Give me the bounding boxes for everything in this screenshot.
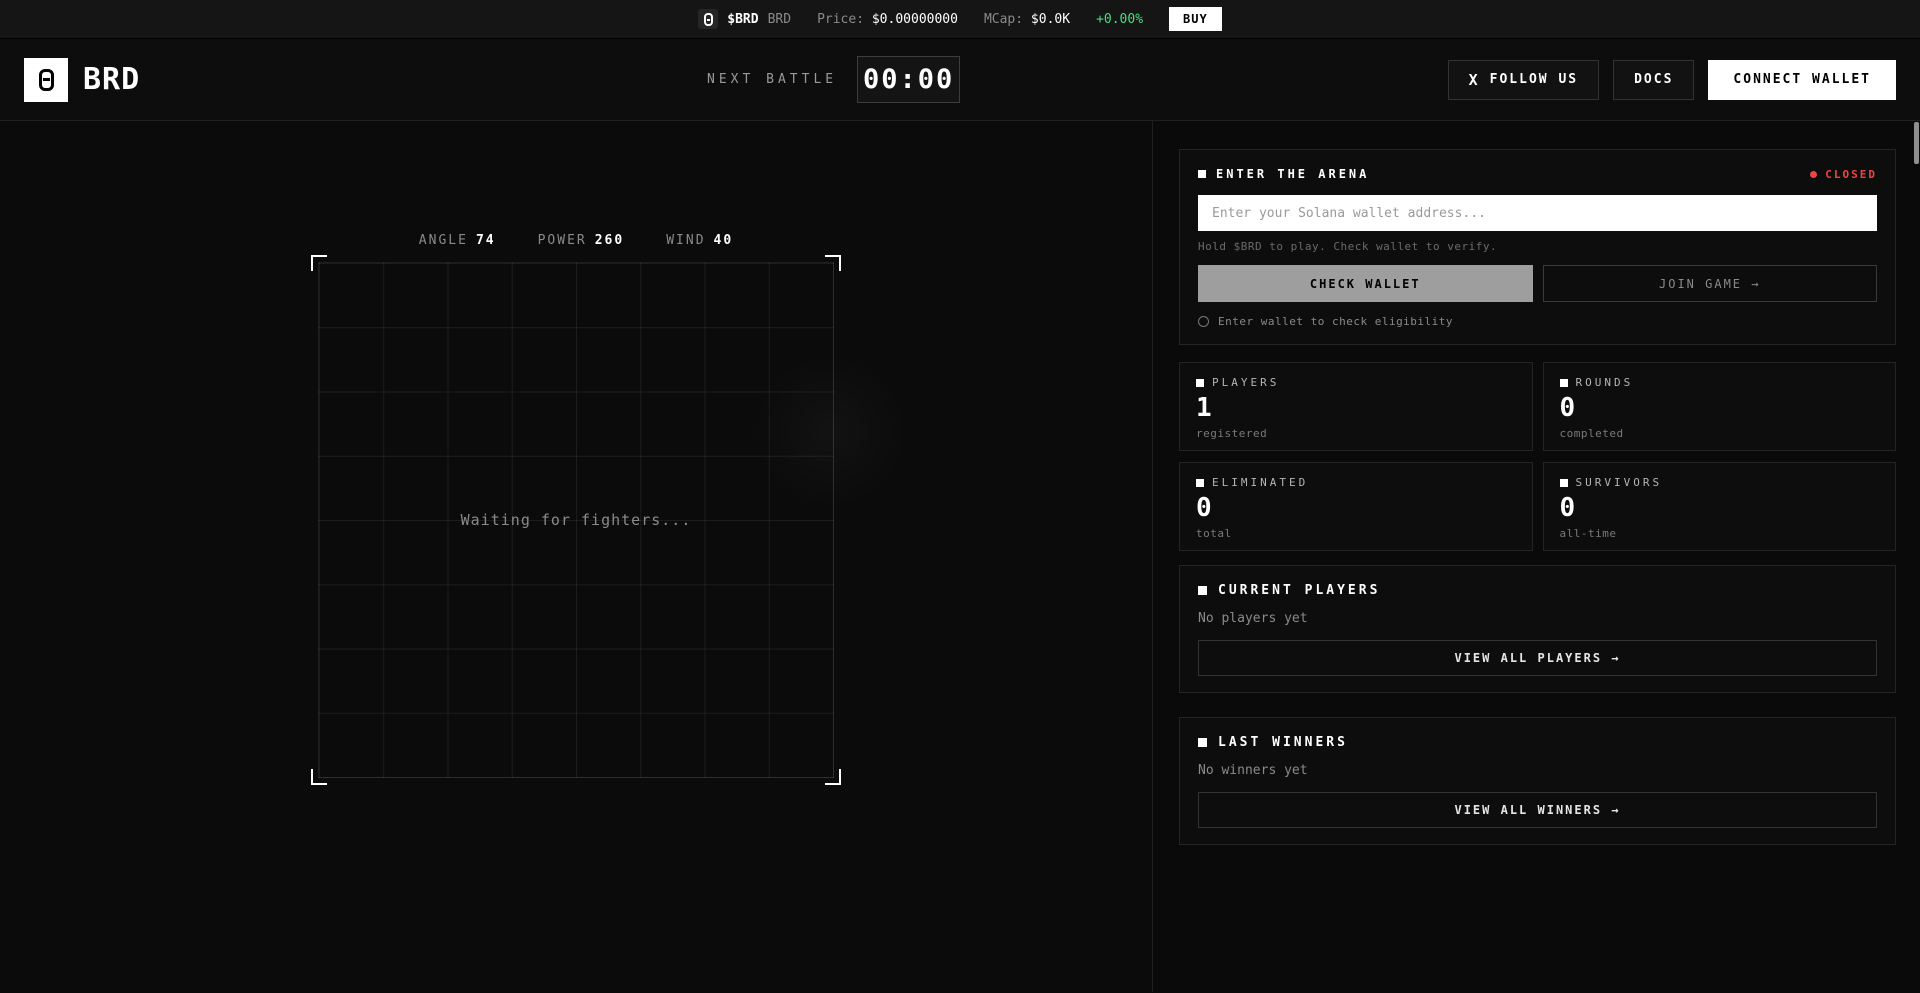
enter-arena-title: ENTER THE ARENA (1198, 167, 1369, 181)
no-winners-message: No winners yet (1198, 763, 1877, 778)
last-winners-section: LAST WINNERS No winners yet VIEW ALL WIN… (1179, 717, 1896, 845)
token-name: BRD (768, 12, 791, 27)
docs-button[interactable]: DOCS (1613, 60, 1694, 100)
token-info: $BRD BRD (698, 9, 791, 29)
square-bullet-icon (1198, 738, 1207, 747)
check-wallet-button[interactable]: CHECK WALLET (1198, 265, 1533, 302)
hold-token-helper: Hold $BRD to play. Check wallet to verif… (1198, 240, 1877, 253)
token-symbol: $BRD (727, 12, 758, 27)
token-logo-icon (698, 9, 718, 29)
square-bullet-icon (1560, 479, 1568, 487)
x-twitter-icon: X (1469, 71, 1480, 89)
last-winners-title: LAST WINNERS (1198, 735, 1877, 750)
follow-us-label: FOLLOW US (1490, 72, 1578, 87)
square-bullet-icon (1196, 379, 1204, 387)
closed-status-badge: CLOSED (1810, 168, 1877, 181)
token-change: +0.00% (1096, 12, 1143, 27)
hud-angle: ANGLE74 (419, 233, 496, 248)
wallet-address-input[interactable] (1198, 195, 1877, 231)
eligibility-status: Enter wallet to check eligibility (1198, 315, 1877, 328)
brand-logo-icon (24, 58, 68, 102)
square-bullet-icon (1198, 586, 1207, 595)
token-ticker-bar: $BRD BRD Price: $0.00000000 MCap: $0.0K … (0, 0, 1920, 39)
square-bullet-icon (1560, 379, 1568, 387)
grid-corner-bracket (311, 769, 327, 785)
no-players-message: No players yet (1198, 611, 1877, 626)
hud-wind: WIND40 (666, 233, 733, 248)
hud-power: POWER260 (538, 233, 625, 248)
battle-grid: Waiting for fighters... (318, 262, 834, 778)
next-battle-timer: NEXT BATTLE 00:00 (707, 39, 960, 120)
grid-corner-bracket (825, 255, 841, 271)
buy-button[interactable]: BUY (1169, 7, 1222, 31)
rounds-stat-card: ROUNDS 0 completed (1543, 362, 1897, 451)
content: ANGLE74 POWER260 WIND40 Waiting for figh… (0, 121, 1920, 992)
grid-corner-bracket (311, 255, 327, 271)
connect-wallet-button[interactable]: CONNECT WALLET (1708, 60, 1896, 100)
waiting-message: Waiting for fighters... (461, 511, 692, 529)
brand-name: BRD (83, 62, 140, 97)
eliminated-stat-card: ELIMINATED 0 total (1179, 462, 1533, 551)
scrollbar-thumb[interactable] (1914, 122, 1919, 164)
header-actions: X FOLLOW US DOCS CONNECT WALLET (1448, 60, 1896, 100)
current-players-section: CURRENT PLAYERS No players yet VIEW ALL … (1179, 565, 1896, 693)
eligibility-circle-icon (1198, 316, 1209, 327)
arena-wrapper: ANGLE74 POWER260 WIND40 Waiting for figh… (0, 121, 1152, 778)
countdown-timer: 00:00 (857, 56, 960, 103)
token-price: Price: $0.00000000 (817, 12, 958, 27)
players-stat-card: PLAYERS 1 registered (1179, 362, 1533, 451)
view-all-players-button[interactable]: VIEW ALL PLAYERS → (1198, 640, 1877, 676)
next-battle-label: NEXT BATTLE (707, 72, 837, 87)
red-dot-icon (1810, 171, 1817, 178)
square-bullet-icon (1198, 170, 1206, 178)
current-players-title: CURRENT PLAYERS (1198, 583, 1877, 598)
grid-corner-bracket (825, 769, 841, 785)
square-bullet-icon (1196, 479, 1204, 487)
battle-arena-area: ANGLE74 POWER260 WIND40 Waiting for figh… (0, 121, 1152, 992)
header: BRD NEXT BATTLE 00:00 X FOLLOW US DOCS C… (0, 39, 1920, 121)
battle-hud: ANGLE74 POWER260 WIND40 (419, 233, 733, 248)
token-mcap: MCap: $0.0K (984, 12, 1070, 27)
brand[interactable]: BRD (24, 58, 140, 102)
survivors-stat-card: SURVIVORS 0 all-time (1543, 462, 1897, 551)
join-game-button[interactable]: JOIN GAME → (1543, 265, 1878, 302)
follow-us-button[interactable]: X FOLLOW US (1448, 60, 1599, 100)
side-panel: ENTER THE ARENA CLOSED Hold $BRD to play… (1152, 121, 1920, 992)
enter-arena-section: ENTER THE ARENA CLOSED Hold $BRD to play… (1179, 149, 1896, 345)
view-all-winners-button[interactable]: VIEW ALL WINNERS → (1198, 792, 1877, 828)
